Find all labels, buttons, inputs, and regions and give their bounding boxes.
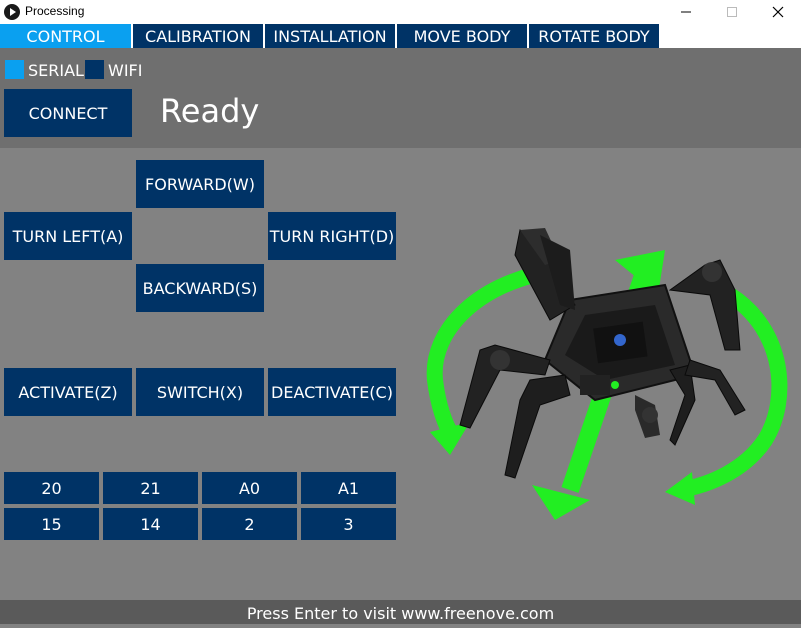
tab-installation[interactable]: INSTALLATION — [265, 24, 395, 48]
pin-button[interactable]: 21 — [103, 472, 198, 504]
connection-status: Ready — [160, 92, 260, 130]
minimize-icon[interactable] — [663, 0, 709, 24]
window-title: Processing — [25, 4, 85, 18]
switch-button[interactable]: SWITCH(X) — [136, 368, 264, 416]
footer-link[interactable]: Press Enter to visit www.freenove.com — [0, 600, 801, 624]
turn-left-button[interactable]: TURN LEFT(A) — [4, 212, 132, 260]
pin-button[interactable]: 14 — [103, 508, 198, 540]
maximize-icon[interactable] — [709, 0, 755, 24]
forward-button[interactable]: FORWARD(W) — [136, 160, 264, 208]
serial-label: SERIAL — [28, 61, 84, 80]
deactivate-button[interactable]: DEACTIVATE(C) — [268, 368, 396, 416]
serial-radio[interactable] — [5, 60, 24, 79]
title-bar: Processing — [0, 0, 801, 24]
wifi-label: WIFI — [108, 61, 143, 80]
pin-button[interactable]: A1 — [301, 472, 396, 504]
turn-right-button[interactable]: TURN RIGHT(D) — [268, 212, 396, 260]
connect-button[interactable]: CONNECT — [4, 89, 132, 137]
processing-app-icon — [4, 4, 20, 20]
tab-move-body[interactable]: MOVE BODY — [397, 24, 527, 48]
pin-button[interactable]: 15 — [4, 508, 99, 540]
hexapod-robot-icon — [426, 228, 788, 520]
tab-control[interactable]: CONTROL — [0, 24, 131, 48]
pin-button[interactable]: 2 — [202, 508, 297, 540]
tab-bar: CONTROL CALIBRATION INSTALLATION MOVE BO… — [0, 24, 801, 48]
close-icon[interactable] — [755, 0, 801, 24]
tab-calibration[interactable]: CALIBRATION — [133, 24, 263, 48]
pin-button[interactable]: A0 — [202, 472, 297, 504]
pin-button[interactable]: 20 — [4, 472, 99, 504]
activate-button[interactable]: ACTIVATE(Z) — [4, 368, 132, 416]
wifi-radio[interactable] — [85, 60, 104, 79]
tab-rotate-body[interactable]: ROTATE BODY — [529, 24, 659, 48]
backward-button[interactable]: BACKWARD(S) — [136, 264, 264, 312]
pin-button[interactable]: 3 — [301, 508, 396, 540]
